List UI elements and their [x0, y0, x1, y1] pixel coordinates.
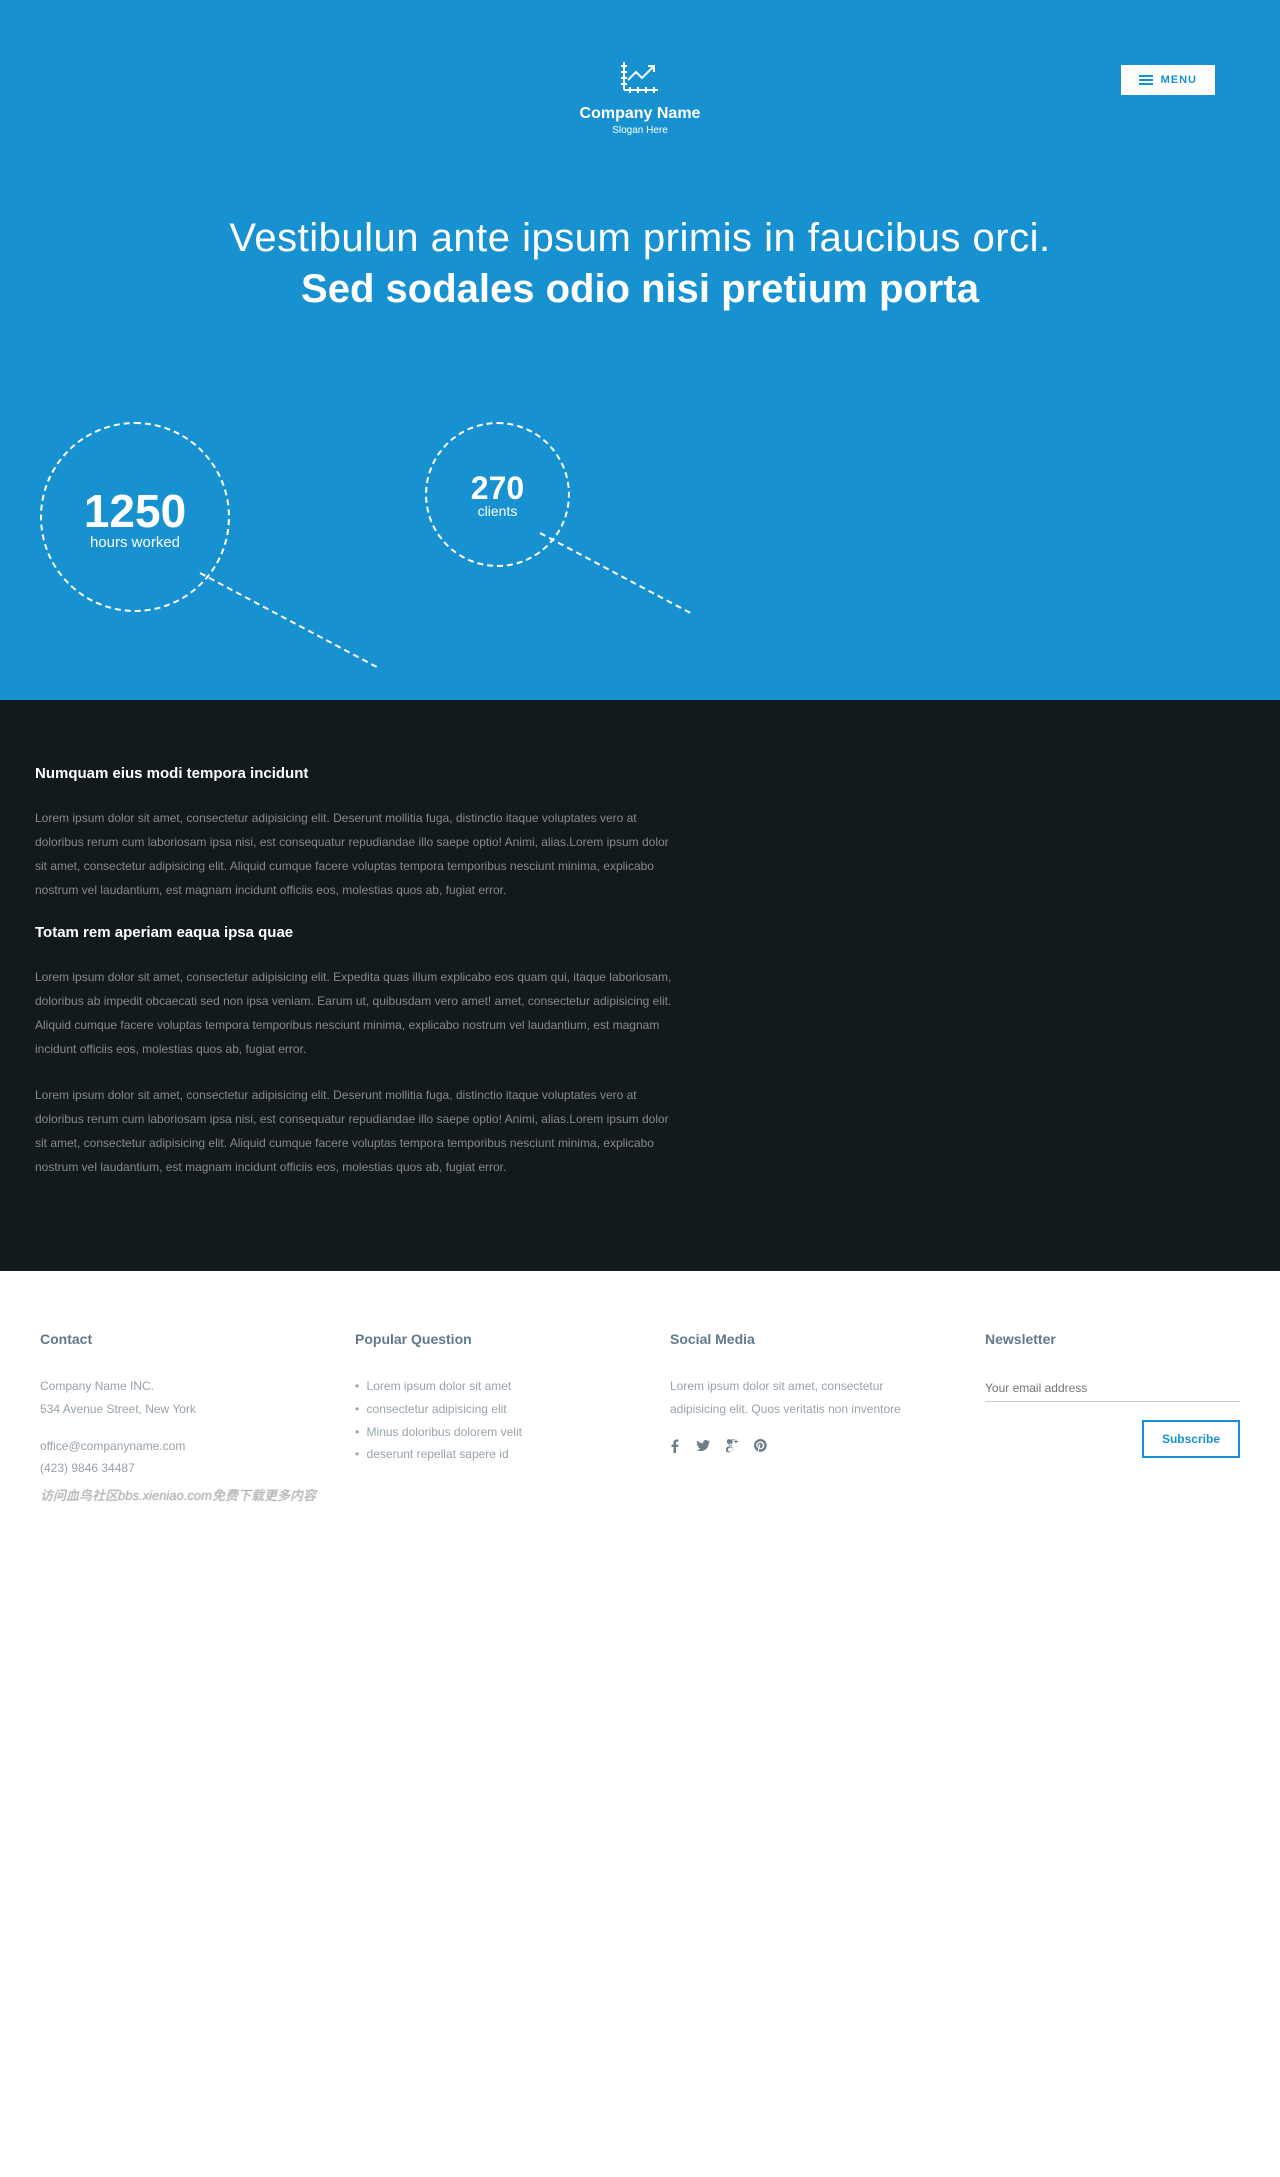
stat-clients-label: clients: [478, 503, 518, 519]
dark-para-3: Lorem ipsum dolor sit amet, consectetur …: [35, 1083, 675, 1179]
dark-heading-1: Numquam eius modi tempora incidunt: [35, 765, 1200, 782]
hamburger-icon: [1139, 73, 1153, 87]
stat-hours: 1250 hours worked: [40, 422, 230, 612]
footer-contact-title: Contact: [40, 1331, 295, 1347]
chart-logo-icon: [618, 60, 662, 99]
footer: Contact Company Name INC. 534 Avenue Str…: [0, 1271, 1280, 1510]
hero-line2: Sed sodales odio nisi pretium porta: [0, 267, 1280, 312]
popular-item[interactable]: consectetur adipisicing elit: [355, 1398, 610, 1421]
popular-item[interactable]: Minus doloribus dolorem velit: [355, 1421, 610, 1444]
hero-line1: Vestibulun ante ipsum primis in faucibus…: [0, 216, 1280, 261]
newsletter-input[interactable]: [985, 1375, 1240, 1402]
popular-item[interactable]: Lorem ipsum dolor sit amet: [355, 1375, 610, 1398]
stat-clients: 270 clients: [425, 422, 570, 567]
logo-block: Company Name Slogan Here: [0, 60, 1280, 136]
contact-phone: (423) 9846 34487: [40, 1457, 295, 1480]
stat-tail-2: [540, 532, 691, 614]
company-name: Company Name: [0, 105, 1280, 123]
contact-address: 534 Avenue Street, New York: [40, 1398, 295, 1421]
menu-label: MENU: [1161, 74, 1197, 86]
menu-button[interactable]: MENU: [1121, 65, 1215, 95]
stat-clients-value: 270: [471, 470, 524, 507]
social-icons: [670, 1439, 925, 1458]
footer-social-text: Lorem ipsum dolor sit amet, consectetur …: [670, 1375, 925, 1421]
contact-email: office@companyname.com: [40, 1435, 295, 1458]
dark-para-1: Lorem ipsum dolor sit amet, consectetur …: [35, 806, 675, 902]
contact-company: Company Name INC.: [40, 1375, 295, 1398]
hero-headlines: Vestibulun ante ipsum primis in faucibus…: [0, 216, 1280, 312]
footer-newsletter-title: Newsletter: [985, 1331, 1240, 1347]
facebook-icon[interactable]: [670, 1439, 680, 1458]
watermark-text: 访问血鸟社区bbs.xieniao.com免费下载更多内容: [40, 1485, 316, 1504]
google-plus-icon[interactable]: [726, 1439, 738, 1458]
footer-newsletter: Newsletter Subscribe: [985, 1331, 1240, 1480]
hero-section: MENU Company Name Slogan Here Vestibulun…: [0, 0, 1280, 700]
subscribe-button[interactable]: Subscribe: [1142, 1420, 1240, 1458]
pinterest-icon[interactable]: [754, 1439, 767, 1458]
stat-hours-value: 1250: [84, 484, 186, 538]
dark-para-2: Lorem ipsum dolor sit amet, consectetur …: [35, 965, 675, 1061]
dark-section: Numquam eius modi tempora incidunt Lorem…: [0, 700, 1280, 1271]
stat-tail-1: [200, 572, 378, 668]
company-slogan: Slogan Here: [0, 125, 1280, 136]
footer-contact: Contact Company Name INC. 534 Avenue Str…: [40, 1331, 295, 1480]
popular-item[interactable]: deserunt repellat sapere id: [355, 1443, 610, 1466]
twitter-icon[interactable]: [696, 1439, 710, 1458]
footer-popular-title: Popular Question: [355, 1331, 610, 1347]
stat-hours-label: hours worked: [90, 534, 180, 551]
footer-social: Social Media Lorem ipsum dolor sit amet,…: [670, 1331, 925, 1480]
footer-social-title: Social Media: [670, 1331, 925, 1347]
footer-popular: Popular Question Lorem ipsum dolor sit a…: [355, 1331, 610, 1480]
dark-heading-2: Totam rem aperiam eaqua ipsa quae: [35, 924, 1200, 941]
